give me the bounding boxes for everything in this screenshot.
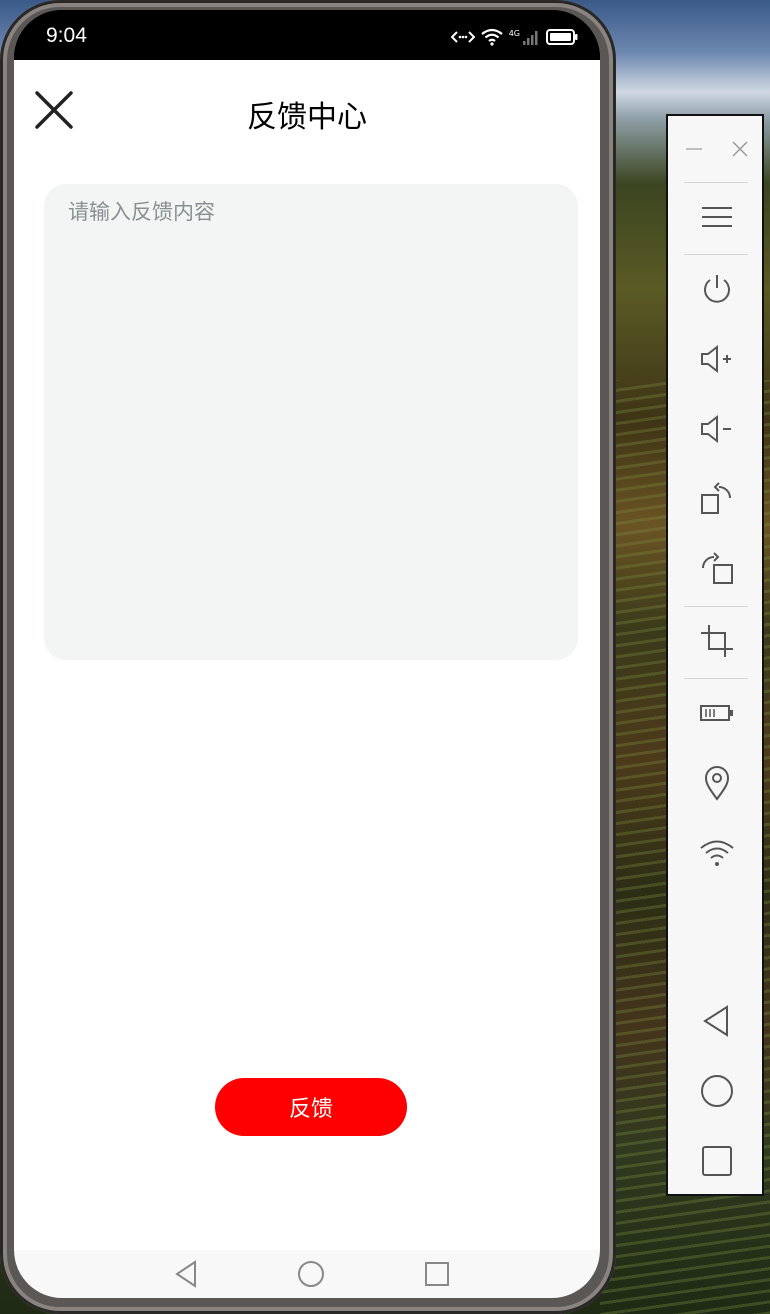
back-icon[interactable] <box>169 1256 205 1292</box>
menu-icon[interactable] <box>692 192 742 242</box>
rotate-left-icon[interactable] <box>692 474 742 524</box>
battery-icon <box>546 29 578 45</box>
divider <box>684 254 748 255</box>
volume-down-icon[interactable] <box>692 404 742 454</box>
battery-icon[interactable] <box>692 688 742 738</box>
recents-icon[interactable] <box>692 1136 742 1186</box>
divider <box>684 678 748 679</box>
emulator-side-panel <box>666 114 764 1196</box>
back-icon[interactable] <box>692 996 742 1046</box>
divider <box>684 182 748 183</box>
data-transfer-icon <box>450 31 475 43</box>
network-type-label: 4G <box>508 28 520 38</box>
home-icon[interactable] <box>293 1256 329 1292</box>
location-icon[interactable] <box>692 758 742 808</box>
home-icon[interactable] <box>692 1066 742 1116</box>
feedback-input[interactable] <box>44 184 578 660</box>
wifi-icon <box>481 28 503 46</box>
minimize-icon[interactable] <box>684 144 704 154</box>
rotate-right-icon[interactable] <box>692 544 742 594</box>
phone-screen: 9:04 4G 反馈中心 请输入反馈内容 反馈 <box>14 10 600 1298</box>
volume-up-icon[interactable] <box>692 334 742 384</box>
signal-icon <box>523 31 538 45</box>
system-nav-bar <box>14 1250 600 1298</box>
divider <box>684 606 748 607</box>
recents-icon[interactable] <box>419 1256 455 1292</box>
screenshot-icon[interactable] <box>692 616 742 666</box>
page-title: 反馈中心 <box>247 100 367 135</box>
power-icon[interactable] <box>692 264 742 314</box>
status-time: 9:04 <box>46 24 87 47</box>
app-bar: 反馈中心 <box>14 60 600 160</box>
status-icons: 4G <box>450 28 578 46</box>
feedback-submit-button[interactable]: 反馈 <box>215 1078 407 1136</box>
wifi-icon[interactable] <box>692 828 742 878</box>
feedback-page: 反馈中心 反馈 <box>14 60 600 1250</box>
status-bar: 9:04 4G <box>14 10 600 60</box>
phone-frame: 9:04 4G 反馈中心 请输入反馈内容 反馈 <box>0 0 616 1314</box>
close-icon[interactable] <box>731 140 749 158</box>
